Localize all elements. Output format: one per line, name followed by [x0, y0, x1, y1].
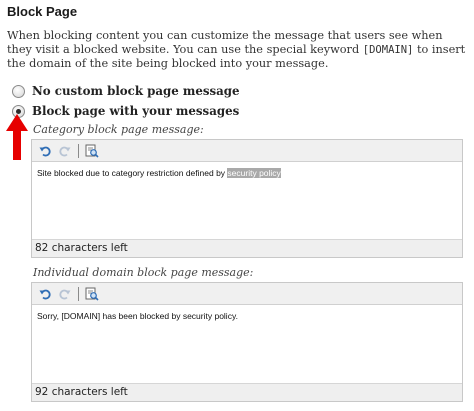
category-message-text: Site blocked due to category restriction…: [37, 168, 228, 178]
toolbar-separator: [78, 143, 79, 158]
radio-no-custom-message[interactable]: [12, 84, 25, 98]
domain-keyword: [DOMAIN]: [362, 44, 414, 56]
domain-character-counter: 92 characters left: [32, 383, 462, 401]
category-character-counter: 82 characters left: [32, 239, 462, 257]
category-message-content[interactable]: Site blocked due to category restriction…: [32, 162, 462, 239]
category-editor-toolbar: [32, 140, 462, 162]
domain-message-content[interactable]: Sorry, [DOMAIN] has been blocked by secu…: [32, 305, 462, 382]
find-replace-icon[interactable]: [84, 286, 100, 302]
option-label-custom: Block page with your messages: [32, 104, 240, 118]
category-message-label: Category block page message:: [33, 123, 204, 136]
domain-message-editor[interactable]: Sorry, [DOMAIN] has been blocked by secu…: [31, 282, 463, 402]
domain-message-text: Sorry, [DOMAIN] has been blocked by secu…: [37, 311, 238, 321]
page-title: Block Page: [7, 4, 78, 19]
undo-icon[interactable]: [37, 143, 53, 159]
redo-icon[interactable]: [57, 143, 73, 159]
red-arrow-annotation: [6, 114, 28, 160]
option-custom-messages[interactable]: Block page with your messages: [12, 103, 239, 119]
option-no-custom-message[interactable]: No custom block page message: [12, 83, 240, 99]
option-label-no-custom: No custom block page message: [32, 84, 240, 98]
category-message-highlight: security policy: [227, 168, 281, 178]
domain-editor-toolbar: [32, 283, 462, 305]
domain-message-label: Individual domain block page message:: [33, 266, 254, 279]
redo-icon[interactable]: [57, 286, 73, 302]
toolbar-separator: [78, 286, 79, 301]
category-message-editor[interactable]: Site blocked due to category restriction…: [31, 139, 463, 258]
undo-icon[interactable]: [37, 286, 53, 302]
find-replace-icon[interactable]: [84, 143, 100, 159]
page-description: When blocking content you can customize …: [7, 29, 467, 71]
